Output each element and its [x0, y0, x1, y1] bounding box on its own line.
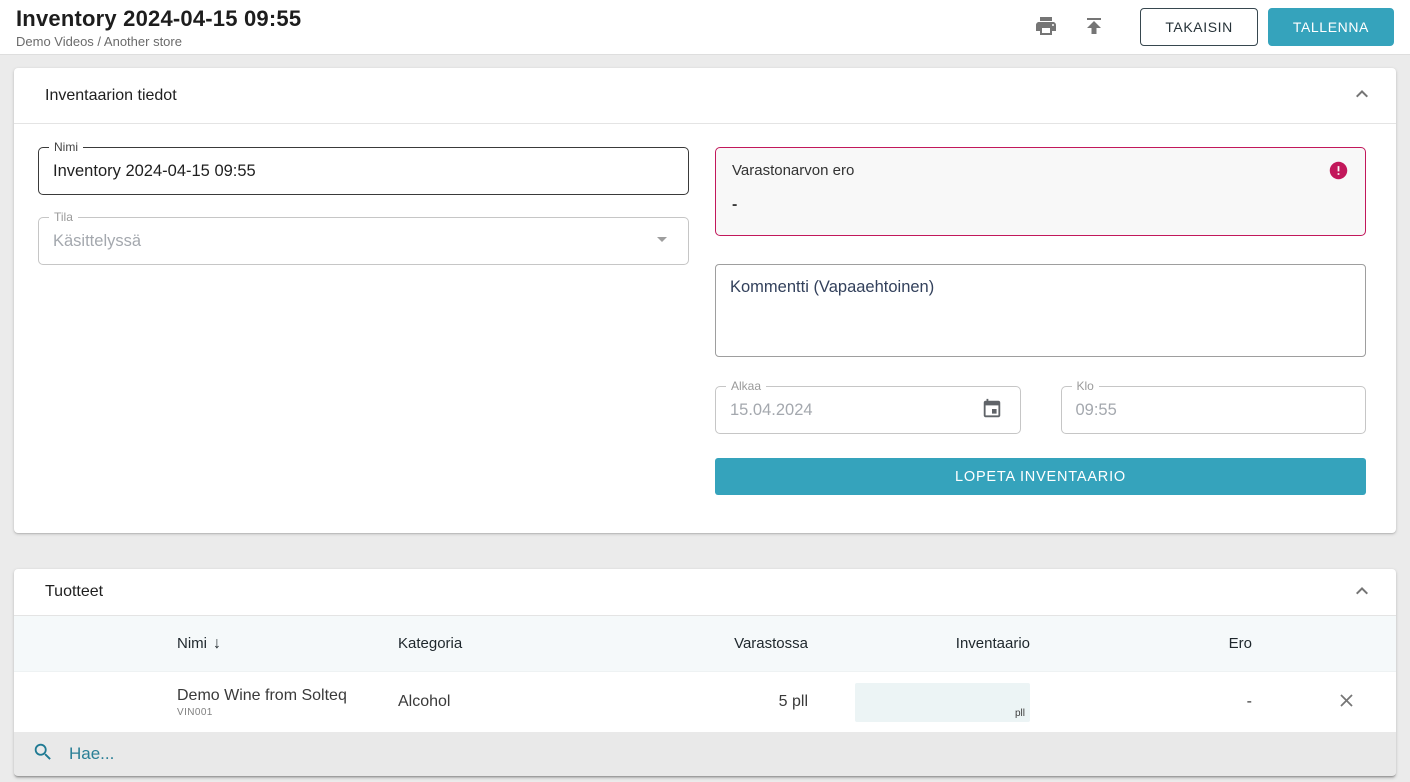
- date-time-row: Alkaa Klo: [715, 386, 1366, 434]
- remove-row-button[interactable]: [1330, 686, 1362, 718]
- comment-textarea[interactable]: [715, 264, 1366, 357]
- products-collapse-button[interactable]: [1342, 572, 1382, 612]
- inventory-unit-label: pll: [1015, 708, 1025, 719]
- name-field: Nimi: [38, 147, 689, 195]
- chevron-up-icon: [1350, 579, 1374, 606]
- status-value: Käsittelyssä: [53, 232, 650, 251]
- status-field[interactable]: Tila Käsittelyssä: [38, 217, 689, 265]
- products-panel: Tuotteet Nimi ↓ Kategoria Varastossa Inv…: [14, 569, 1396, 777]
- app-header: Inventory 2024-04-15 09:55 Demo Videos /…: [0, 0, 1410, 55]
- chevron-down-icon: [650, 227, 674, 256]
- search-icon: [32, 741, 54, 768]
- header-titles: Inventory 2024-04-15 09:55 Demo Videos /…: [16, 6, 301, 49]
- time-input[interactable]: [1076, 401, 1352, 420]
- product-difference: -: [1030, 693, 1252, 711]
- start-date-field[interactable]: Alkaa: [715, 386, 1021, 434]
- chevron-up-icon: [1350, 82, 1374, 109]
- name-field-label: Nimi: [49, 140, 83, 154]
- stock-value-diff-box: Varastonarvon ero -: [715, 147, 1366, 236]
- calendar-icon: [981, 398, 1003, 423]
- product-name-cell: Demo Wine from Solteq VIN001: [177, 687, 398, 718]
- table-row: Demo Wine from Solteq VIN001 Alcohol 5 p…: [14, 672, 1396, 732]
- time-field[interactable]: Klo: [1061, 386, 1367, 434]
- inventory-details-body: Nimi Tila Käsittelyssä Varastonarvon ero…: [14, 124, 1396, 533]
- start-date-input[interactable]: [730, 401, 978, 420]
- close-icon: [1336, 690, 1357, 714]
- inventory-input-wrap: pll: [855, 683, 1030, 722]
- finish-inventory-button[interactable]: LOPETA INVENTAARIO: [715, 458, 1366, 495]
- back-button[interactable]: TAKAISIN: [1140, 8, 1258, 46]
- breadcrumb: Demo Videos / Another store: [16, 34, 301, 49]
- inventory-details-title: Inventaarion tiedot: [45, 87, 177, 105]
- column-header-name[interactable]: Nimi ↓: [177, 635, 398, 653]
- page-title: Inventory 2024-04-15 09:55: [16, 6, 301, 32]
- product-code: VIN001: [177, 707, 398, 718]
- calendar-button[interactable]: [978, 396, 1006, 424]
- status-field-label: Tila: [49, 210, 78, 224]
- upload-button[interactable]: [1074, 7, 1114, 47]
- column-header-in-stock: Varastossa: [720, 635, 808, 652]
- print-icon: [1034, 14, 1058, 41]
- details-collapse-button[interactable]: [1342, 76, 1382, 116]
- column-header-category: Kategoria: [398, 635, 720, 652]
- product-in-stock: 5 pll: [720, 693, 808, 711]
- arrow-down-icon: ↓: [213, 635, 221, 653]
- product-category: Alcohol: [398, 693, 720, 711]
- time-field-label: Klo: [1072, 379, 1099, 393]
- error-exclamation-icon: [1328, 160, 1349, 186]
- name-input[interactable]: [53, 162, 674, 181]
- products-table-header: Nimi ↓ Kategoria Varastossa Inventaario …: [14, 616, 1396, 672]
- search-input[interactable]: [69, 744, 1378, 764]
- column-header-name-label: Nimi: [177, 635, 207, 652]
- details-left-column: Nimi Tila Käsittelyssä: [38, 147, 689, 495]
- column-header-difference: Ero: [1030, 635, 1252, 652]
- product-search-bar: [14, 732, 1396, 777]
- inventory-details-header: Inventaarion tiedot: [14, 68, 1396, 124]
- column-header-inventory: Inventaario: [808, 635, 1030, 652]
- upload-icon: [1082, 14, 1106, 41]
- products-header: Tuotteet: [14, 569, 1396, 616]
- inventory-details-panel: Inventaarion tiedot Nimi Tila Käsittelys…: [14, 68, 1396, 533]
- details-right-column: Varastonarvon ero - Alkaa: [715, 147, 1366, 495]
- stock-value-diff-label: Varastonarvon ero: [732, 162, 1349, 179]
- product-name: Demo Wine from Solteq: [177, 687, 398, 705]
- save-button[interactable]: TALLENNA: [1268, 8, 1394, 46]
- products-title: Tuotteet: [45, 583, 103, 601]
- stock-value-diff-value: -: [732, 196, 1349, 214]
- inventory-count-input[interactable]: [855, 683, 1030, 722]
- start-date-label: Alkaa: [726, 379, 766, 393]
- main-content: Inventaarion tiedot Nimi Tila Käsittelys…: [0, 55, 1410, 777]
- header-actions: TAKAISIN TALLENNA: [1018, 7, 1394, 47]
- inventory-cell: pll: [808, 683, 1030, 722]
- print-button[interactable]: [1026, 7, 1066, 47]
- row-actions: [1252, 686, 1396, 718]
